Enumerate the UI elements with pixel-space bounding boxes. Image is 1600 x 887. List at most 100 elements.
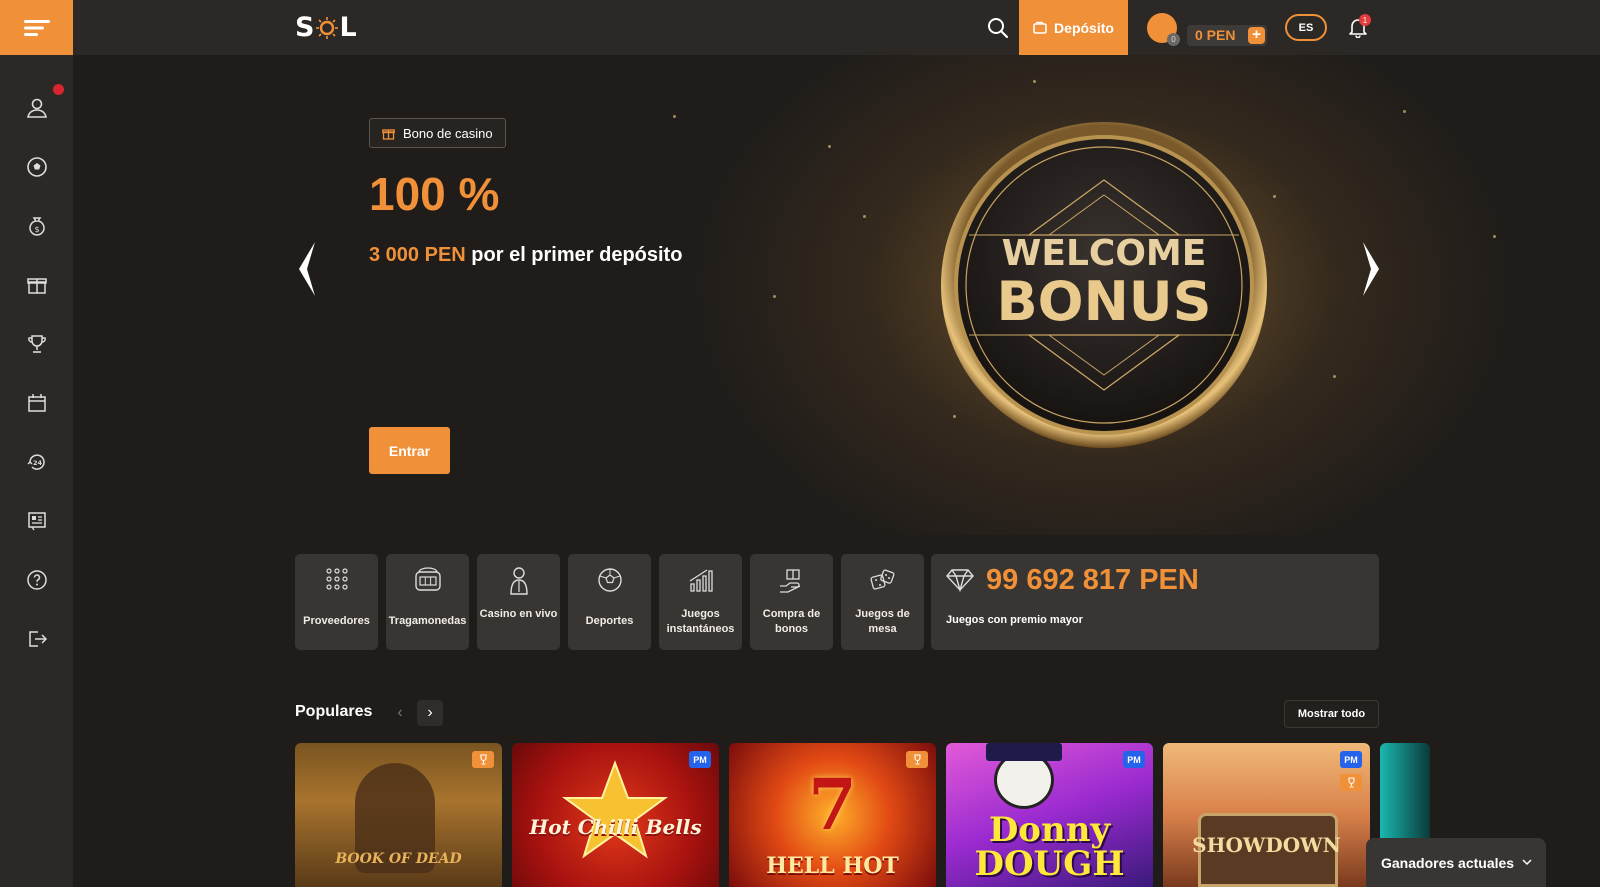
avatar-level-badge: 0	[1167, 33, 1180, 46]
category-bonus-buy[interactable]: Compra de bonos	[750, 554, 833, 650]
hero-prev-arrow[interactable]	[295, 240, 319, 298]
logout-icon	[29, 631, 48, 647]
dealer-icon	[509, 567, 528, 595]
game-title: HELL HOT	[766, 853, 899, 879]
chevron-down-icon	[1522, 859, 1532, 866]
trophy-icon	[28, 335, 46, 353]
category-providers[interactable]: Proveedores	[295, 554, 378, 650]
category-label: Tragamonedas	[388, 615, 467, 627]
news-icon	[28, 512, 46, 531]
support-24-icon: 24	[27, 454, 45, 470]
bonus-amount: 3 000 PEN	[369, 244, 466, 266]
top-bar: S L Depósito 0 0 PEN + ES 1	[0, 0, 1600, 55]
bonus-tag: Bono de casino	[369, 118, 506, 148]
bonus-subtitle: 3 000 PEN por el primer depósito	[369, 244, 682, 267]
populares-next-button[interactable]: ›	[417, 700, 443, 726]
gift-icon	[27, 278, 47, 294]
category-sports[interactable]: Deportes	[568, 554, 651, 650]
chevron-right-icon: ›	[427, 704, 433, 721]
jackpot-value: 99 692 817 PEN	[986, 564, 1199, 596]
gift-hand-icon	[779, 569, 800, 593]
sidebar-item-tournaments[interactable]	[24, 331, 50, 357]
category-table-games[interactable]: Juegos de mesa	[841, 554, 924, 650]
current-winners-toggle[interactable]: Ganadores actuales	[1366, 838, 1546, 887]
add-balance-button[interactable]: +	[1248, 27, 1265, 44]
category-label: Juegos de mesa	[855, 608, 910, 635]
svg-text:$: $	[34, 225, 39, 234]
trophy-icon	[1347, 777, 1355, 788]
winners-label: Ganadores actuales	[1381, 854, 1515, 871]
logo[interactable]: S L	[295, 12, 358, 43]
money-bag-icon: $	[29, 217, 45, 236]
profile-icon	[27, 98, 47, 118]
help-icon	[27, 570, 47, 590]
sidebar-item-sports[interactable]	[24, 154, 50, 180]
category-slots[interactable]: Tragamonedas	[386, 554, 469, 650]
sidebar-item-money[interactable]: $	[24, 213, 50, 239]
category-live-casino[interactable]: Casino en vivo	[477, 554, 560, 650]
star-graphic	[561, 760, 669, 859]
dice-icon	[869, 569, 894, 590]
jackpot-label: Juegos con premio mayor	[946, 614, 1083, 626]
category-instant-games[interactable]: Juegos instantáneos	[659, 554, 742, 650]
chevron-left-icon: ‹	[397, 704, 403, 721]
svg-text:24: 24	[33, 459, 43, 467]
search-icon[interactable]	[985, 15, 1011, 41]
slot-machine-icon	[414, 567, 441, 591]
category-label: Casino en vivo	[479, 608, 558, 620]
bonus-subtitle-rest: por el primer depósito	[465, 244, 683, 266]
calendar-icon	[28, 394, 46, 412]
trophy-icon	[913, 754, 921, 765]
game-card-donny-dough[interactable]: Donny DOUGH PM	[946, 743, 1153, 887]
sidebar-item-profile[interactable]	[24, 95, 50, 121]
sidebar: $ 24	[0, 55, 73, 887]
jackpot-panel[interactable]: 99 692 817 PEN Juegos con premio mayor	[931, 554, 1379, 650]
coin-line-1: WELCOME	[1001, 233, 1207, 274]
seven-graphic: 7	[808, 763, 857, 846]
sidebar-item-help[interactable]	[24, 567, 50, 593]
bonus-tag-label: Bono de casino	[403, 125, 493, 141]
balance-value: 0 PEN	[1195, 27, 1236, 43]
show-all-button[interactable]: Mostrar todo	[1284, 700, 1379, 728]
category-label: Compra de bonos	[762, 608, 821, 635]
trophy-badge	[1340, 774, 1362, 791]
sidebar-item-support[interactable]: 24	[24, 449, 50, 475]
game-title: SHOWDOWN	[1192, 833, 1341, 857]
category-label: Proveedores	[303, 615, 370, 627]
sidebar-item-logout[interactable]	[24, 626, 50, 652]
avatar[interactable]: 0	[1147, 13, 1180, 46]
category-label: Juegos instantáneos	[666, 608, 735, 635]
enter-button[interactable]: Entrar	[369, 427, 450, 474]
sidebar-item-news[interactable]	[24, 508, 50, 534]
notifications-button[interactable]: 1	[1347, 14, 1371, 40]
game-title: Donny DOUGH	[974, 810, 1125, 884]
sidebar-item-gifts[interactable]	[24, 272, 50, 298]
menu-button[interactable]	[0, 0, 73, 55]
wallet-icon	[1033, 21, 1047, 34]
trophy-badge	[472, 751, 494, 768]
provider-badge: PM	[689, 751, 711, 768]
section-title-populares: Populares	[295, 703, 373, 720]
populares-prev-button[interactable]: ‹	[387, 700, 413, 726]
language-selector[interactable]: ES	[1285, 14, 1327, 41]
trophy-icon	[479, 754, 487, 765]
trophy-badge	[906, 751, 928, 768]
sidebar-item-calendar[interactable]	[24, 390, 50, 416]
sun-logo-icon	[316, 16, 339, 39]
game-title: BOOK OF DEAD	[335, 851, 462, 867]
coin-line-2: BONUS	[996, 270, 1212, 333]
sports-ball-icon	[27, 157, 47, 177]
game-card-book-of-dead[interactable]: BOOK OF DEAD	[295, 743, 502, 887]
balance-display[interactable]: 0 PEN +	[1187, 25, 1267, 46]
welcome-bonus-coin: WELCOME BONUS	[939, 120, 1269, 450]
diamond-icon	[946, 569, 974, 592]
hero-next-arrow[interactable]	[1359, 240, 1383, 298]
deposit-button[interactable]: Depósito	[1019, 0, 1128, 55]
gift-icon	[382, 128, 395, 140]
game-card-showdown[interactable]: SHOWDOWN PM	[1163, 743, 1370, 887]
chart-rise-icon	[689, 569, 713, 592]
game-card-hot-chilli-bells[interactable]: Hot Chilli Bells PM	[512, 743, 719, 887]
game-title: Hot Chilli Bells	[529, 815, 702, 839]
game-card-hell-hot[interactable]: 7 HELL HOT	[729, 743, 936, 887]
soccer-ball-icon	[597, 568, 622, 592]
